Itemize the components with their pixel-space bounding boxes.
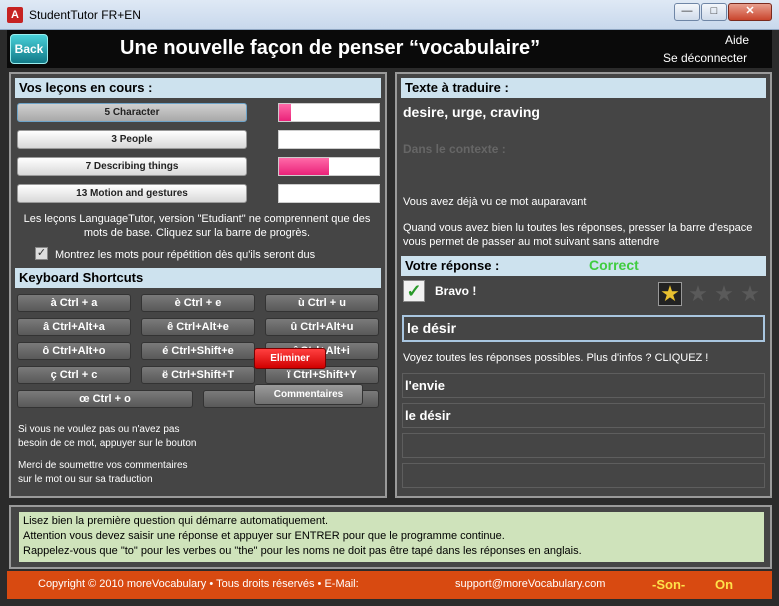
info-box: Lisez bien la première question qui déma… <box>19 512 764 562</box>
translate-title: Texte à traduire : <box>401 78 766 98</box>
comments-button[interactable]: Commentaires <box>254 384 363 405</box>
status-correct: Correct <box>589 257 639 273</box>
maximize-icon: □ <box>710 5 718 17</box>
answer-row <box>402 463 765 488</box>
star-icon[interactable]: ★ <box>738 282 762 306</box>
shortcut-button[interactable]: ù Ctrl + u <box>265 294 379 312</box>
lesson-button[interactable]: 5 Character <box>17 103 247 122</box>
seen-before-text: Vous avez déjà vu ce mot auparavant <box>403 196 587 208</box>
show-words-label: Montrez les mots pour répétition dès qu'… <box>55 249 316 261</box>
page-title: Une nouvelle façon de penser “vocabulair… <box>120 37 541 59</box>
info-line: Rappelez-vous que "to" pour les verbes o… <box>23 545 582 557</box>
lesson-button[interactable]: 3 People <box>17 130 247 149</box>
shortcut-button[interactable]: ç Ctrl + c <box>17 366 131 384</box>
help-link[interactable]: Aide <box>725 33 749 47</box>
star-icon[interactable]: ★ <box>686 282 710 306</box>
close-icon: ✕ <box>745 5 755 17</box>
copyright-text: Copyright © 2010 moreVocabulary • Tous d… <box>38 578 359 590</box>
answer-row: le désir <box>402 403 765 428</box>
logout-link[interactable]: Se déconnecter <box>663 51 747 65</box>
shortcut-button[interactable]: ô Ctrl+Alt+o <box>17 342 131 360</box>
star-icon[interactable]: ★ <box>658 282 682 306</box>
footer: Copyright © 2010 moreVocabulary • Tous d… <box>7 571 772 599</box>
shortcut-button[interactable]: â Ctrl+Alt+a <box>17 318 131 336</box>
lessons-title: Vos leçons en cours : <box>15 78 381 98</box>
comments-text: sur le mot ou sur sa traduction <box>18 474 153 485</box>
eliminate-text: besoin de ce mot, appuyer sur le bouton <box>18 438 197 449</box>
support-email[interactable]: support@moreVocabulary.com <box>455 578 605 590</box>
answer-title: Votre réponse : <box>401 256 766 276</box>
lesson-progress[interactable] <box>278 184 380 203</box>
context-label: Dans le contexte : <box>403 142 506 156</box>
shortcut-button[interactable]: œ Ctrl + o <box>17 390 193 408</box>
shortcut-button[interactable]: û Ctrl+Alt+u <box>265 318 379 336</box>
sound-toggle[interactable]: On <box>715 577 733 592</box>
title-bar: A StudentTutor FR+EN — □ ✕ <box>0 0 779 30</box>
answer-row <box>402 433 765 458</box>
answer-input[interactable]: le désir <box>402 315 765 342</box>
answer-row: l'envie <box>402 373 765 398</box>
progress-fill <box>279 158 329 175</box>
shortcut-button[interactable]: è Ctrl + e <box>141 294 255 312</box>
lesson-progress[interactable] <box>278 103 380 122</box>
lesson-button[interactable]: 7 Describing things <box>17 157 247 176</box>
eliminate-button[interactable]: Eliminer <box>254 348 326 369</box>
shortcut-button[interactable]: à Ctrl + a <box>17 294 131 312</box>
app-icon: A <box>7 7 23 23</box>
bravo-text: Bravo ! <box>435 284 477 298</box>
word-to-translate: desire, urge, craving <box>403 104 540 120</box>
sound-label: -Son- <box>652 577 686 592</box>
lesson-progress[interactable] <box>278 157 380 176</box>
shortcut-button[interactable]: ê Ctrl+Alt+e <box>141 318 255 336</box>
comments-text: Merci de soumettre vos commentaires <box>18 460 188 471</box>
translation-panel: Texte à traduire : desire, urge, craving… <box>395 72 772 498</box>
progress-fill <box>279 104 291 121</box>
minimize-icon: — <box>681 5 693 17</box>
lesson-progress[interactable] <box>278 130 380 149</box>
shortcuts-title: Keyboard Shortcuts <box>15 268 381 288</box>
eliminate-text: Si vous ne voulez pas ou n'avez pas <box>18 424 180 435</box>
maximize-button[interactable]: □ <box>701 3 727 21</box>
star-icon[interactable]: ★ <box>712 282 736 306</box>
shortcut-button[interactable]: é Ctrl+Shift+e <box>141 342 255 360</box>
info-panel: Lisez bien la première question qui déma… <box>9 505 772 569</box>
lesson-button[interactable]: 13 Motion and gestures <box>17 184 247 203</box>
lessons-panel: Vos leçons en cours : 5 Character 3 Peop… <box>9 72 387 498</box>
shortcut-button[interactable]: ë Ctrl+Shift+T <box>141 366 255 384</box>
check-icon: ✓ <box>403 280 425 302</box>
instructions-text: Quand vous avez bien lu toutes les répon… <box>403 222 753 248</box>
app-header: Back Une nouvelle façon de penser “vocab… <box>7 30 772 68</box>
show-words-checkbox[interactable]: ✓ <box>35 247 48 260</box>
info-line: Lisez bien la première question qui déma… <box>23 515 329 527</box>
close-button[interactable]: ✕ <box>728 3 772 21</box>
info-line: Attention vous devez saisir une réponse … <box>23 530 505 542</box>
back-button[interactable]: Back <box>10 34 48 64</box>
lessons-note: Les leçons LanguageTutor, version "Etudi… <box>23 213 371 239</box>
minimize-button[interactable]: — <box>674 3 700 21</box>
see-all-answers-link[interactable]: Voyez toutes les réponses possibles. Plu… <box>403 351 708 365</box>
window-title: StudentTutor FR+EN <box>29 8 141 22</box>
